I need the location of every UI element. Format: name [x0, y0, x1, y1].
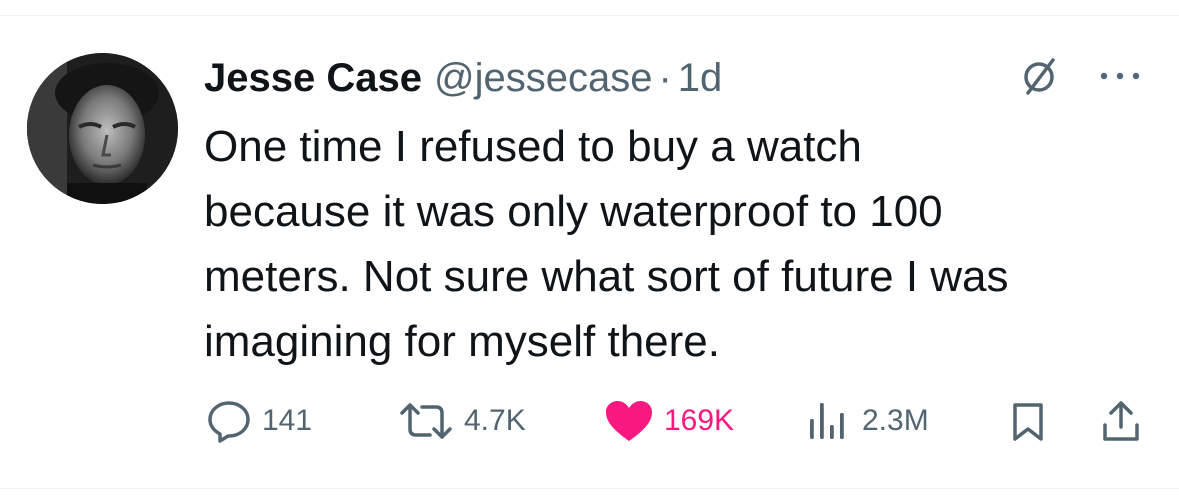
- like-count: 169K: [664, 404, 735, 437]
- tweet-line: imagining for myself there.: [204, 317, 720, 366]
- reply-count: 141: [262, 404, 313, 437]
- reply-icon: [208, 401, 250, 443]
- views-button[interactable]: 2.3M: [806, 398, 929, 444]
- tweet-line: because it was only waterproof to 100: [204, 187, 943, 236]
- heart-icon: [606, 401, 652, 441]
- tweet-header: Jesse Case @jessecase · 1d: [204, 52, 722, 104]
- avatar[interactable]: [27, 53, 178, 204]
- more-icon[interactable]: [1096, 66, 1144, 86]
- repost-button[interactable]: 4.7K: [398, 398, 526, 444]
- separator-dot: ·: [658, 55, 672, 100]
- repost-icon: [400, 403, 452, 439]
- author-handle[interactable]: @jessecase: [434, 56, 652, 101]
- tweet-text: One time I refused to buy a watch becaus…: [204, 114, 1164, 374]
- bottom-divider: [0, 488, 1179, 489]
- top-divider: [0, 15, 1179, 16]
- like-button[interactable]: 169K: [604, 398, 734, 444]
- tweet-line: meters. Not sure what sort of future I w…: [204, 252, 1009, 301]
- views-icon: [810, 403, 844, 439]
- bookmark-icon[interactable]: [1010, 401, 1046, 443]
- views-count: 2.3M: [862, 404, 929, 437]
- reply-button[interactable]: 141: [206, 398, 312, 444]
- grok-icon[interactable]: [1022, 56, 1058, 96]
- repost-count: 4.7K: [464, 404, 526, 437]
- timestamp[interactable]: 1d: [678, 56, 723, 101]
- share-icon[interactable]: [1101, 399, 1141, 443]
- tweet-line: One time I refused to buy a watch: [204, 122, 862, 171]
- author-name[interactable]: Jesse Case: [204, 56, 422, 101]
